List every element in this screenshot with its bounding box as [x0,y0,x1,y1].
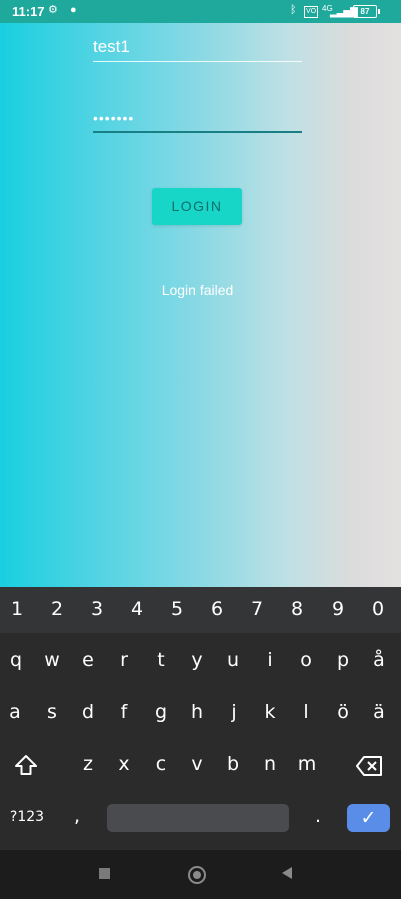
key-comma[interactable]: , [69,805,85,827]
key-8[interactable]: 8 [286,598,308,620]
space-bar[interactable] [107,804,289,832]
number-row: 1 2 3 4 5 6 7 8 9 0 [0,587,401,633]
login-screen: test1 ••••••• LOGIN Login failed [0,23,401,587]
key-u[interactable]: u [222,649,244,671]
backspace-icon[interactable] [354,755,384,782]
key-z[interactable]: z [77,753,99,775]
key-x[interactable]: x [113,753,135,775]
clock: 11:17 [12,4,45,19]
soft-keyboard: 1 2 3 4 5 6 7 8 9 0 q w e r t y u i o p … [0,587,401,850]
username-field[interactable]: test1 [93,33,302,62]
key-w[interactable]: w [41,649,63,671]
key-h[interactable]: h [186,701,208,723]
key-t[interactable]: t [150,649,172,671]
check-icon: ✓ [360,807,377,829]
key-d[interactable]: d [77,701,99,723]
key-q[interactable]: q [5,649,27,671]
key-3[interactable]: 3 [86,598,108,620]
key-v[interactable]: v [186,753,208,775]
key-l[interactable]: l [295,701,317,723]
volte-icon: VO [304,6,319,18]
symbols-key[interactable]: ?123 [6,809,48,825]
key-a-ring[interactable]: å [368,649,390,671]
key-f[interactable]: f [113,701,135,723]
key-a-umlaut[interactable]: ä [368,701,390,723]
enter-button[interactable]: ✓ [347,804,390,832]
key-0[interactable]: 0 [367,598,389,620]
key-p[interactable]: p [332,649,354,671]
battery-icon: 87 [353,5,380,18]
key-b[interactable]: b [222,753,244,775]
key-g[interactable]: g [150,701,172,723]
notification-icon: ● [70,4,77,16]
notification-icon: ⚙ [48,4,58,16]
status-bar: 11:17 ⚙ ● ᛒ VO 4G ▂▃▅▇ 87 [0,0,401,23]
key-c[interactable]: c [150,753,172,775]
key-s[interactable]: s [41,701,63,723]
key-e[interactable]: e [77,649,99,671]
recents-square-icon[interactable] [99,868,110,879]
login-button[interactable]: LOGIN [152,188,242,225]
key-n[interactable]: n [259,753,281,775]
shift-icon[interactable] [12,753,40,782]
key-5[interactable]: 5 [166,598,188,620]
key-o[interactable]: o [295,649,317,671]
key-2[interactable]: 2 [46,598,68,620]
key-i[interactable]: i [259,649,281,671]
key-6[interactable]: 6 [206,598,228,620]
key-j[interactable]: j [223,701,245,723]
key-m[interactable]: m [295,753,319,775]
key-4[interactable]: 4 [126,598,148,620]
key-7[interactable]: 7 [246,598,268,620]
key-1[interactable]: 1 [6,598,28,620]
bluetooth-icon: ᛒ [290,4,297,16]
key-period[interactable]: . [310,805,326,827]
key-k[interactable]: k [259,701,281,723]
key-a[interactable]: a [4,701,26,723]
key-9[interactable]: 9 [327,598,349,620]
home-circle-icon[interactable] [188,866,206,884]
login-status-message: Login failed [161,282,234,298]
key-y[interactable]: y [186,649,208,671]
password-field[interactable]: ••••••• [93,105,302,133]
key-o-umlaut[interactable]: ö [332,701,354,723]
navigation-bar [0,850,401,899]
back-triangle-icon[interactable] [282,867,292,879]
key-r[interactable]: r [113,649,135,671]
